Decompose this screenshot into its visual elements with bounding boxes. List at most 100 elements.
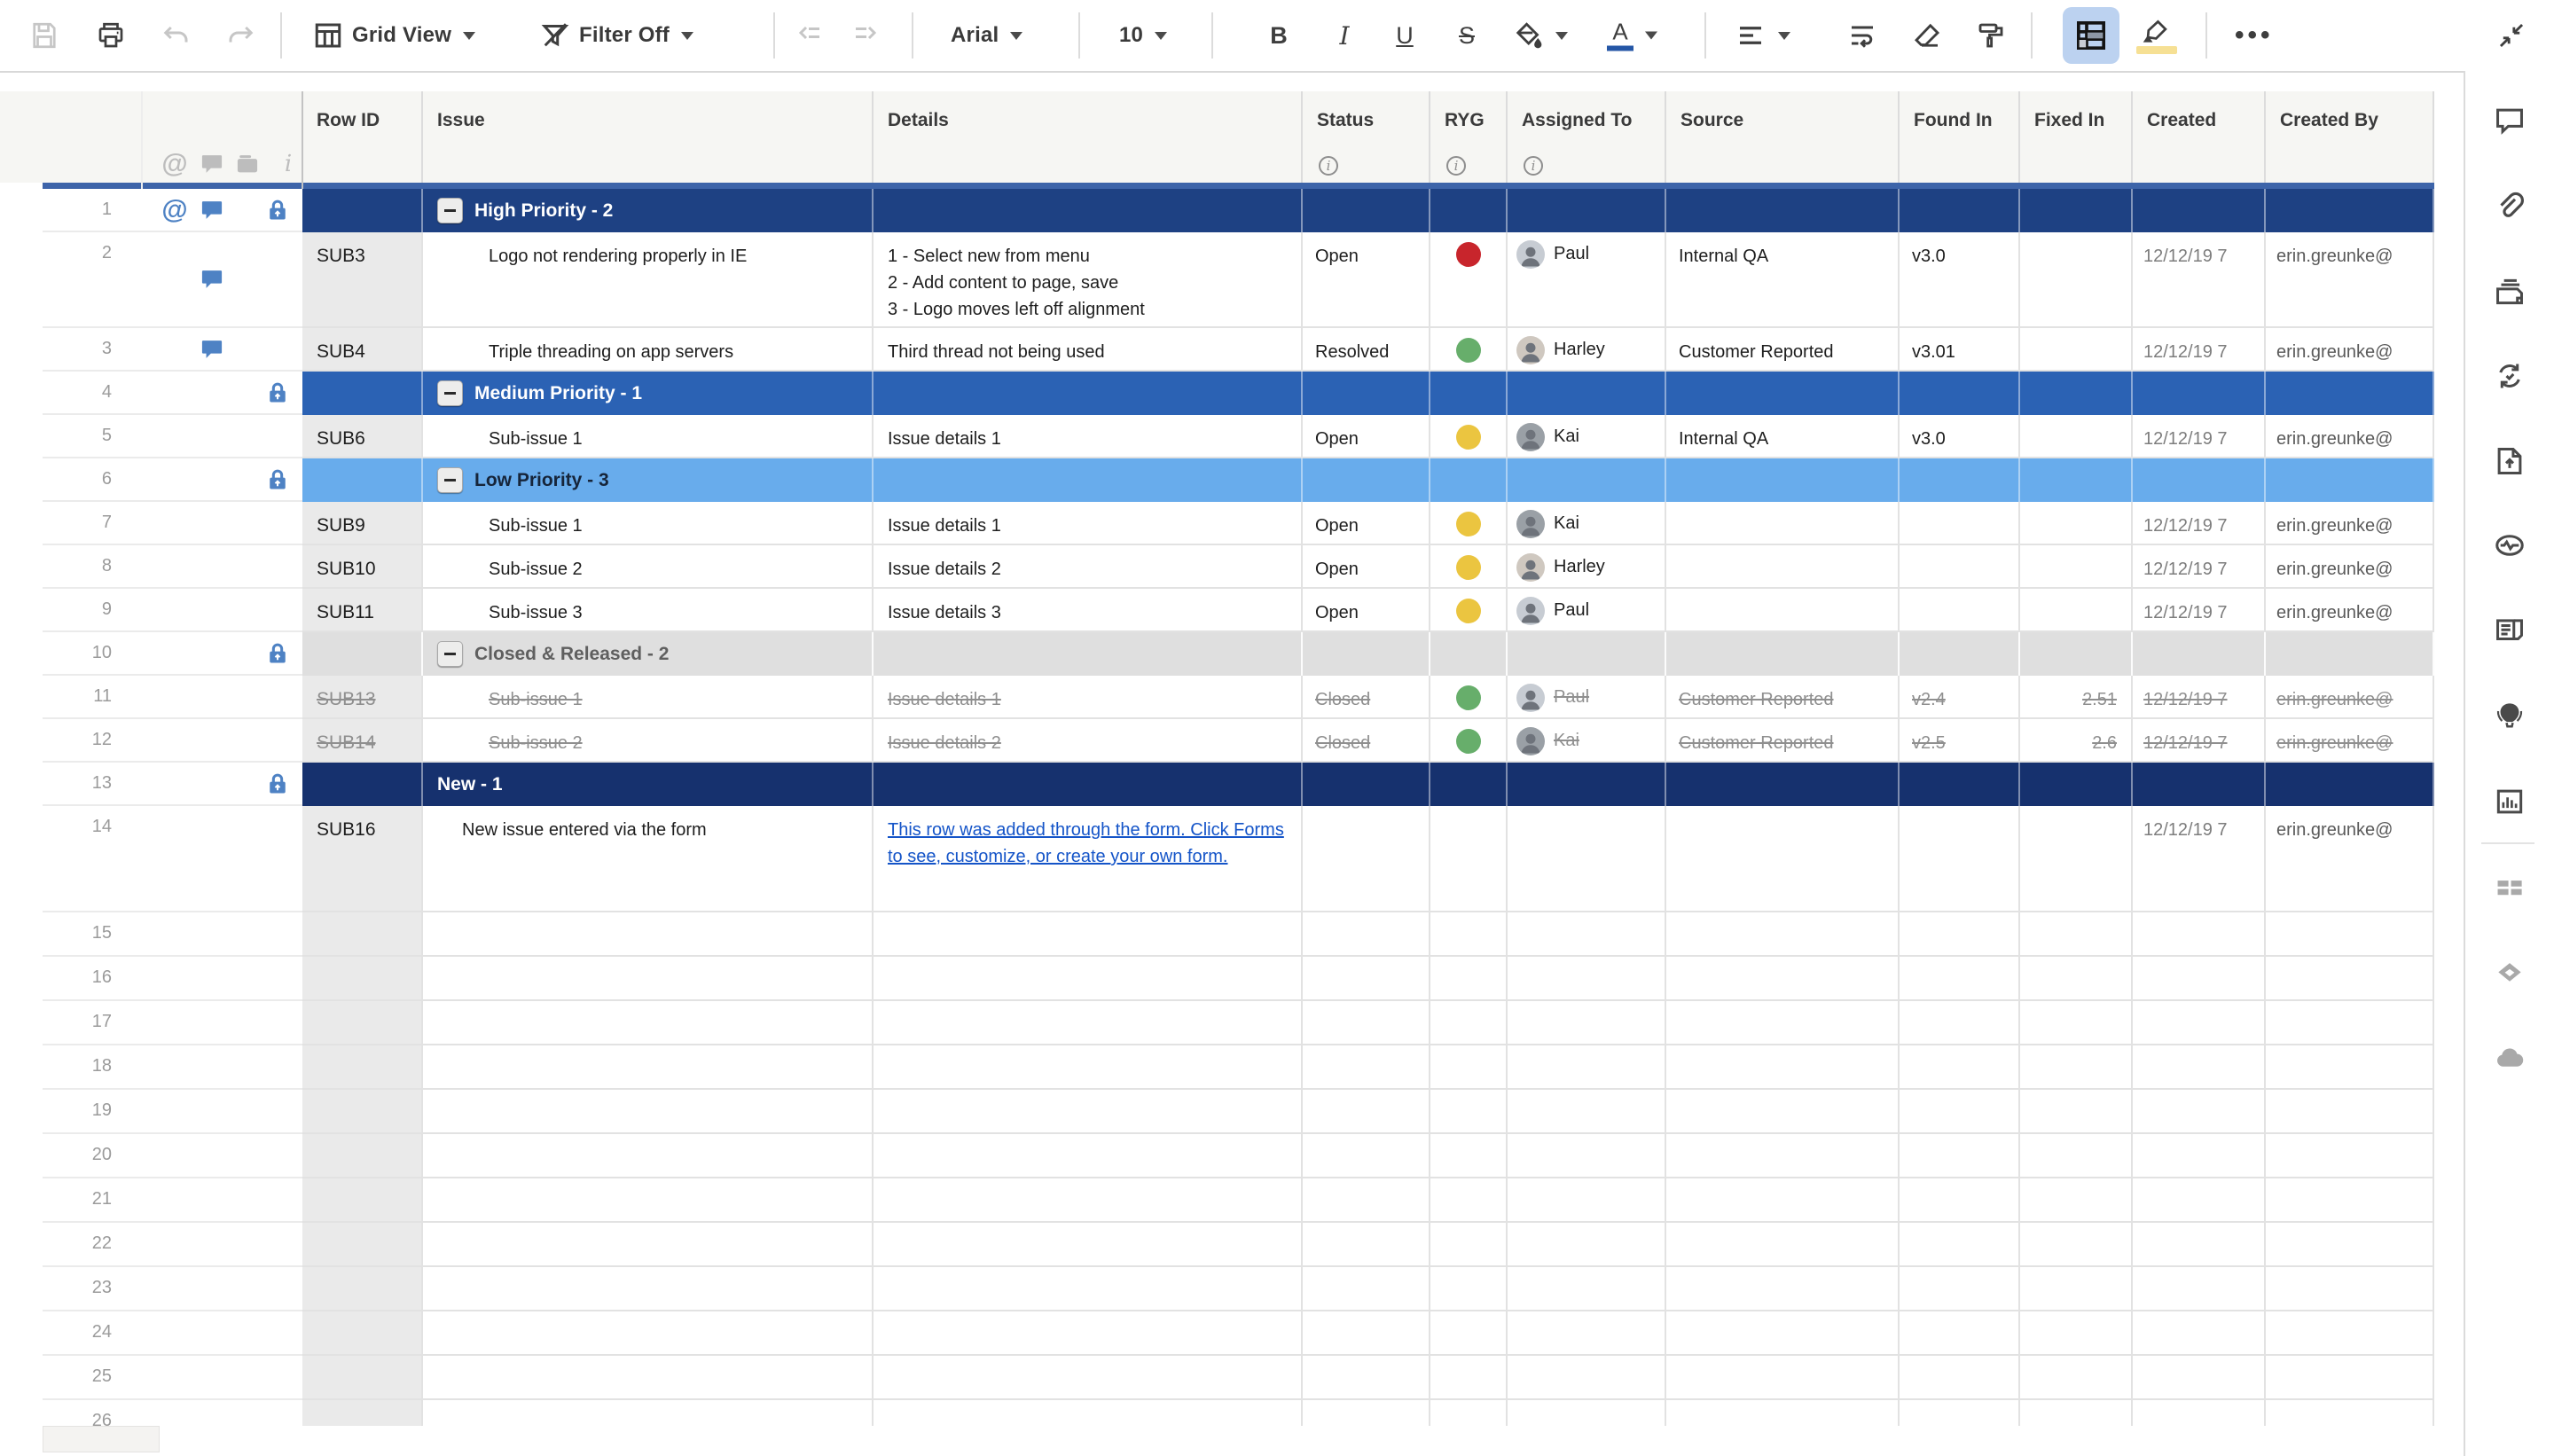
ryg-cell[interactable]	[1430, 1178, 1508, 1223]
found-cell[interactable]	[1900, 912, 2020, 957]
font-size-selector[interactable]: 10	[1119, 23, 1167, 48]
group-header-row[interactable]: New - 1	[302, 763, 2434, 806]
status-cell[interactable]: Resolved	[1303, 328, 1430, 372]
rowid-cell[interactable]: SUB10	[302, 545, 423, 589]
created_by-cell[interactable]	[2266, 1045, 2434, 1090]
found-cell[interactable]: v3.01	[1900, 328, 2020, 372]
info-icon[interactable]: i	[1446, 156, 1466, 176]
source-cell[interactable]: Customer Reported	[1666, 328, 1900, 372]
group-cell[interactable]	[2020, 458, 2133, 502]
group-cell[interactable]	[2266, 372, 2434, 415]
source-cell[interactable]	[1666, 1178, 1900, 1223]
created-cell[interactable]	[2133, 1356, 2266, 1400]
source-cell[interactable]	[1666, 1267, 1900, 1311]
group-cell[interactable]	[2266, 763, 2434, 806]
details-cell[interactable]	[874, 1267, 1303, 1311]
assigned-cell[interactable]: Harley	[1508, 328, 1666, 372]
assigned-cell[interactable]	[1508, 912, 1666, 957]
group-cell[interactable]: High Priority - 2	[423, 189, 874, 232]
collapse-group-button[interactable]	[437, 467, 463, 493]
group-cell[interactable]	[1430, 189, 1508, 232]
group-cell[interactable]	[1508, 189, 1666, 232]
row-number[interactable]: 17	[43, 1001, 142, 1045]
status-cell[interactable]: Open	[1303, 232, 1430, 328]
fixed-cell[interactable]: 2.51	[2020, 676, 2133, 719]
found-cell[interactable]	[1900, 806, 2020, 912]
group-cell[interactable]	[302, 189, 423, 232]
details-cell[interactable]	[874, 957, 1303, 1001]
created-cell[interactable]	[2133, 1223, 2266, 1267]
row-number[interactable]: 14	[43, 806, 142, 912]
rowid-cell[interactable]	[302, 1134, 423, 1178]
rowid-cell[interactable]	[302, 1356, 423, 1400]
group-cell[interactable]	[1430, 372, 1508, 415]
ryg-cell[interactable]	[1430, 676, 1508, 719]
collapse-group-button[interactable]	[437, 198, 463, 223]
status-cell[interactable]	[1303, 806, 1430, 912]
row-number[interactable]: 13	[43, 763, 142, 806]
details-cell[interactable]: Issue details 2	[874, 719, 1303, 763]
issue-cell[interactable]	[423, 1134, 874, 1178]
issue-cell[interactable]: Logo not rendering properly in IE	[423, 232, 874, 328]
form-help-link[interactable]: This row was added through the form. Cli…	[874, 806, 1301, 870]
column-header-created[interactable]: Created	[2133, 91, 2266, 183]
group-header-row[interactable]: Medium Priority - 1	[302, 372, 2434, 415]
ryg-cell[interactable]	[1430, 1001, 1508, 1045]
found-cell[interactable]	[1900, 545, 2020, 589]
ryg-cell[interactable]	[1430, 957, 1508, 1001]
undo-button[interactable]	[154, 14, 197, 57]
print-button[interactable]	[90, 14, 132, 57]
issue-cell[interactable]: Sub-issue 3	[423, 589, 874, 632]
created_by-cell[interactable]: erin.greunke@	[2266, 328, 2434, 372]
ryg-cell[interactable]	[1430, 589, 1508, 632]
assigned-cell[interactable]	[1508, 957, 1666, 1001]
found-cell[interactable]	[1900, 502, 2020, 545]
italic-button[interactable]: I	[1323, 14, 1366, 57]
attachment-icon[interactable]: @	[161, 197, 188, 223]
created-cell[interactable]	[2133, 1267, 2266, 1311]
source-cell[interactable]	[1666, 545, 1900, 589]
row-number[interactable]: 24	[43, 1311, 142, 1356]
source-cell[interactable]	[1666, 1223, 1900, 1267]
created_by-cell[interactable]	[2266, 912, 2434, 957]
fill-color-button[interactable]	[1512, 20, 1568, 51]
created-cell[interactable]	[2133, 1090, 2266, 1134]
comment-icon[interactable]	[199, 266, 225, 293]
redo-button[interactable]	[220, 14, 262, 57]
group-cell[interactable]	[874, 189, 1303, 232]
found-cell[interactable]	[1900, 1267, 2020, 1311]
found-cell[interactable]	[1900, 1045, 2020, 1090]
group-cell[interactable]	[1303, 458, 1430, 502]
group-cell[interactable]	[1303, 763, 1430, 806]
issue-cell[interactable]: Sub-issue 1	[423, 415, 874, 458]
paperclip-icon[interactable]	[2490, 187, 2529, 226]
status-cell[interactable]: Closed	[1303, 676, 1430, 719]
ryg-cell[interactable]	[1430, 806, 1508, 912]
assigned-cell[interactable]: Paul	[1508, 589, 1666, 632]
found-cell[interactable]	[1900, 1311, 2020, 1356]
ryg-cell[interactable]	[1430, 1045, 1508, 1090]
row-number[interactable]: 11	[43, 676, 142, 719]
group-cell[interactable]	[302, 458, 423, 502]
details-cell[interactable]	[874, 1045, 1303, 1090]
row-number[interactable]: 6	[43, 458, 142, 502]
details-cell[interactable]	[874, 1134, 1303, 1178]
created-cell[interactable]: 12/12/19 7	[2133, 806, 2266, 912]
document-stack-icon[interactable]	[2490, 272, 2529, 311]
found-cell[interactable]	[1900, 1134, 2020, 1178]
details-cell[interactable]	[874, 1356, 1303, 1400]
created-cell[interactable]: 12/12/19 7	[2133, 502, 2266, 545]
column-header-issue[interactable]: Issue	[423, 91, 874, 183]
group-header-row[interactable]: Closed & Released - 2	[302, 632, 2434, 676]
fixed-cell[interactable]	[2020, 415, 2133, 458]
details-cell[interactable]: Issue details 2	[874, 545, 1303, 589]
status-cell[interactable]: Open	[1303, 545, 1430, 589]
issue-cell[interactable]	[423, 957, 874, 1001]
grid-squares-icon[interactable]	[2490, 868, 2529, 907]
row-number[interactable]: 10	[43, 632, 142, 676]
align-button[interactable]	[1735, 20, 1790, 51]
issue-cell[interactable]: Sub-issue 1	[423, 502, 874, 545]
source-cell[interactable]	[1666, 589, 1900, 632]
group-cell[interactable]: Closed & Released - 2	[423, 632, 874, 676]
ryg-cell[interactable]	[1430, 545, 1508, 589]
